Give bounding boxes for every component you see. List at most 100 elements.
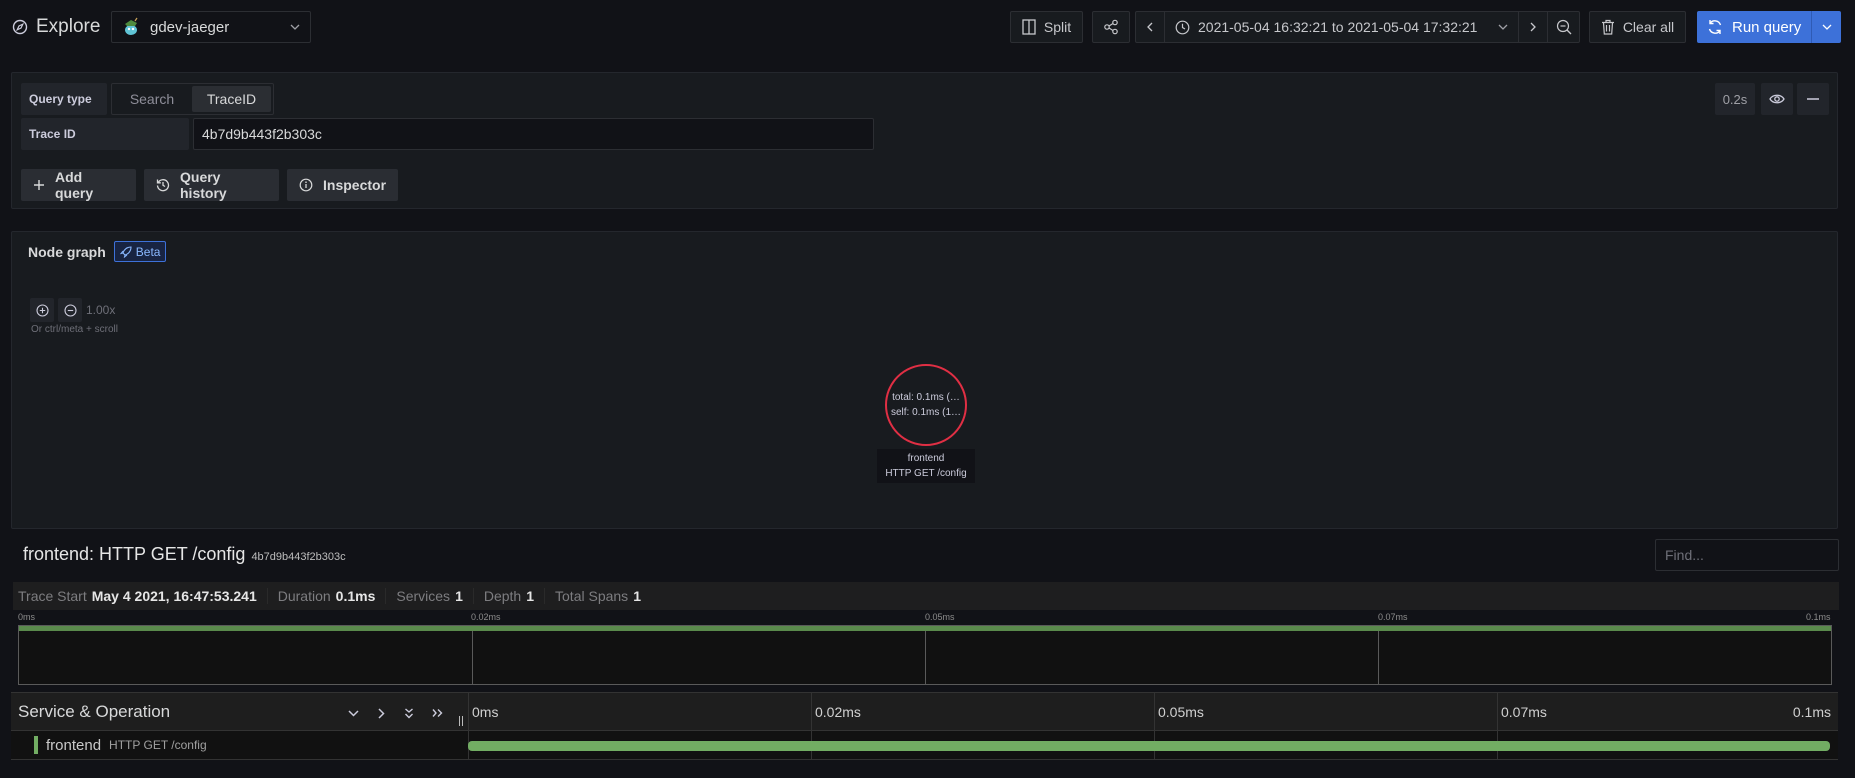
time-back-button[interactable] <box>1135 11 1165 43</box>
find-input[interactable]: Find... <box>1655 539 1839 571</box>
graph-node[interactable]: total: 0.1ms (… self: 0.1ms (1… <box>885 364 967 446</box>
chevron-right-icon <box>377 707 385 719</box>
query-type-search[interactable]: Search <box>114 86 190 112</box>
query-type-traceid[interactable]: TraceID <box>192 86 271 112</box>
service-operation-header: Service & Operation <box>18 702 171 721</box>
add-query-button[interactable]: Add query <box>21 169 136 201</box>
beta-badge: Beta <box>113 241 167 262</box>
span-row[interactable]: frontend HTTP GET /config <box>11 731 1838 760</box>
meta-value: 1 <box>526 588 535 604</box>
timeline-tick-label: 0.05ms <box>1158 704 1204 720</box>
time-range-picker[interactable]: 2021-05-04 16:32:21 to 2021-05-04 17:32:… <box>1164 11 1519 43</box>
timeline-gridline <box>468 693 469 732</box>
chevron-down-icon <box>1498 24 1508 30</box>
meta-value: 1 <box>633 588 641 604</box>
node-operation: HTTP GET /config <box>885 468 967 479</box>
meta-key: Services <box>396 588 451 604</box>
chevron-down-icon <box>1822 24 1832 30</box>
clear-all-label: Clear all <box>1622 19 1675 35</box>
chevron-down-icon <box>347 709 359 717</box>
meta-duration: Duration 0.1ms <box>268 588 387 604</box>
beta-label: Beta <box>135 244 161 259</box>
node-graph-panel: Node graph Beta 1.00x Or ctrl/meta + scr… <box>11 231 1838 529</box>
node-service: frontend <box>907 453 945 464</box>
split-button[interactable]: Split <box>1010 11 1083 43</box>
span-bar[interactable] <box>468 741 1830 751</box>
run-query-dropdown[interactable] <box>1811 11 1841 43</box>
timeline-tick-label: 0.1ms <box>1792 704 1831 720</box>
minimap-gridline <box>472 626 473 684</box>
trace-name: frontend: HTTP GET /config <box>23 544 246 564</box>
service-color-marker <box>34 736 38 754</box>
meta-value: 0.1ms <box>335 588 376 604</box>
meta-key: Trace Start <box>18 588 87 604</box>
minimap-tick-label: 0.1ms <box>1806 612 1831 622</box>
trace-minimap[interactable] <box>18 625 1832 685</box>
trash-icon <box>1601 19 1615 35</box>
meta-trace-start: Trace Start May 4 2021, 16:47:53.241 <box>18 588 268 604</box>
chevron-left-icon <box>1147 22 1153 32</box>
meta-key: Total Spans <box>555 588 629 604</box>
run-query-main[interactable]: Run query <box>1697 11 1811 43</box>
time-range-text: 2021-05-04 16:32:21 to 2021-05-04 17:32:… <box>1198 19 1478 35</box>
plus-icon <box>33 179 45 191</box>
collapse-all-button[interactable] <box>401 705 417 721</box>
share-button[interactable] <box>1092 11 1130 43</box>
zoom-in-button[interactable] <box>30 298 54 322</box>
run-query-label: Run query <box>1732 18 1802 36</box>
eye-icon <box>1769 93 1785 105</box>
query-type-radio-group: Search TraceID <box>111 83 274 115</box>
run-query-button[interactable]: Run query <box>1697 11 1841 43</box>
trace-id-input[interactable]: 4b7d9b443f2b303c <box>193 118 874 150</box>
jaeger-logo-icon <box>122 17 140 37</box>
span-name-cell[interactable]: frontend HTTP GET /config <box>11 731 468 759</box>
page-title: Explore <box>12 14 100 40</box>
span-service-operation: frontend HTTP GET /config <box>34 736 207 754</box>
query-time-badge: 0.2s <box>1715 83 1755 115</box>
timeline-tick-label: 0ms <box>472 704 499 720</box>
zoom-level: 1.00x <box>86 303 116 317</box>
meta-value: 1 <box>455 588 463 604</box>
meta-depth: Depth 1 <box>474 588 546 604</box>
meta-total-spans: Total Spans 1 <box>545 588 651 604</box>
datasource-picker[interactable]: gdev-jaeger <box>111 11 311 43</box>
expand-all-button[interactable] <box>429 705 445 721</box>
timeline-gridline <box>1154 693 1155 732</box>
inspector-button[interactable]: Inspector <box>287 169 398 201</box>
double-chevron-down-icon <box>405 707 413 718</box>
zoom-out-time-button[interactable] <box>1547 11 1580 43</box>
minimap-tick-label: 0.07ms <box>1378 612 1408 622</box>
column-resizer-handle[interactable] <box>458 716 464 726</box>
graph-node-label: frontend HTTP GET /config <box>877 449 975 483</box>
explore-title-text: Explore <box>36 16 101 37</box>
minimap-tick-label: 0.05ms <box>925 612 955 622</box>
chevron-right-icon <box>1530 22 1536 32</box>
trace-meta-bar: Trace Start May 4 2021, 16:47:53.241 Dur… <box>13 582 1839 610</box>
zoom-hint: Or ctrl/meta + scroll <box>31 324 118 335</box>
toggle-visibility-button[interactable] <box>1761 83 1793 115</box>
minimap-gridline <box>1378 626 1379 684</box>
timeline-gridline <box>1497 693 1498 732</box>
chevron-down-icon <box>290 24 300 30</box>
node-stat-self: self: 0.1ms (1… <box>890 407 962 418</box>
span-service: frontend <box>46 736 102 754</box>
clear-all-button[interactable]: Clear all <box>1589 11 1686 43</box>
zoom-out-icon <box>63 303 77 317</box>
span-table-header: Service & Operation 0ms 0.02ms 0.05ms 0.… <box>11 692 1838 732</box>
timeline-tick-label: 0.02ms <box>815 704 861 720</box>
span-operation: HTTP GET /config <box>109 738 207 752</box>
trace-id-label: Trace ID <box>21 118 189 150</box>
query-history-button[interactable]: Query history <box>144 169 279 201</box>
expand-one-button[interactable] <box>373 705 389 721</box>
clock-icon <box>1175 20 1190 35</box>
remove-query-button[interactable] <box>1797 83 1829 115</box>
time-forward-button[interactable] <box>1518 11 1548 43</box>
collapse-one-button[interactable] <box>345 705 361 721</box>
query-history-label: Query history <box>180 169 227 201</box>
zoom-out-button[interactable] <box>58 298 82 322</box>
timeline-gridline <box>811 693 812 732</box>
split-icon <box>1022 19 1036 35</box>
query-type-label: Query type <box>21 83 107 115</box>
node-stat-total: total: 0.1ms (… <box>892 392 960 403</box>
meta-value: May 4 2021, 16:47:53.241 <box>91 588 257 604</box>
